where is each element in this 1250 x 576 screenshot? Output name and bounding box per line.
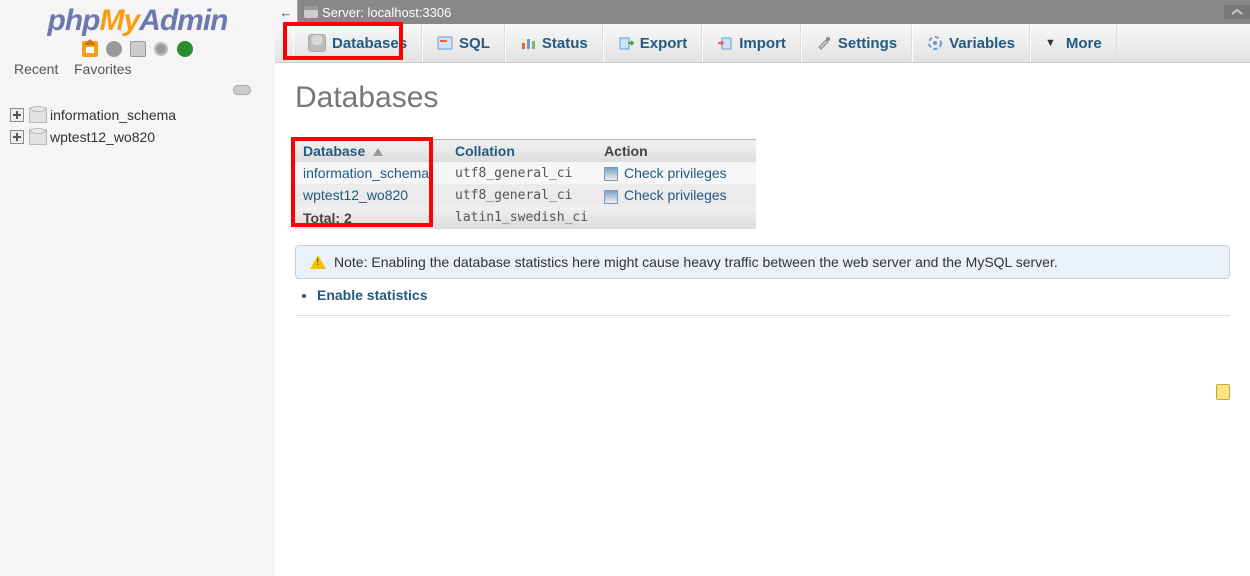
status-icon	[520, 35, 536, 51]
tab-label: Status	[542, 35, 588, 52]
tree-node[interactable]: wptest12_wo820	[10, 126, 275, 148]
db-collation: utf8_general_ci	[447, 162, 596, 184]
breadcrumb: ← Server: localhost:3306	[275, 0, 1250, 24]
collapse-nav-icon[interactable]	[233, 85, 251, 95]
docs-icon[interactable]	[130, 41, 146, 57]
nav-settings-icon[interactable]	[153, 41, 169, 57]
tab-import[interactable]: Import	[702, 24, 801, 62]
divider	[295, 315, 1230, 316]
import-icon	[717, 35, 733, 51]
total-collation: latin1_swedish_ci	[447, 207, 596, 229]
privileges-icon	[604, 190, 618, 204]
tab-status[interactable]: Status	[505, 24, 603, 62]
server-icon	[304, 6, 318, 18]
tab-label: Import	[739, 35, 786, 52]
check-privileges-link[interactable]: Check privileges	[624, 165, 727, 181]
home-icon[interactable]	[82, 41, 98, 57]
db-collation: utf8_general_ci	[447, 184, 596, 206]
enable-statistics-link[interactable]: Enable statistics	[317, 287, 1230, 303]
tab-more[interactable]: ▼ More	[1030, 24, 1117, 62]
table-row: information_schema utf8_general_ci Check…	[295, 162, 756, 184]
tree-node-label: wptest12_wo820	[50, 129, 155, 145]
tree-node[interactable]: information_schema	[10, 104, 275, 126]
tab-settings[interactable]: Settings	[801, 24, 912, 62]
note-box: Note: Enabling the database statistics h…	[295, 245, 1230, 279]
main-tabs: Databases SQL Status Export Import	[275, 24, 1250, 63]
database-icon	[29, 107, 47, 123]
logo[interactable]: phpMyAdmin	[0, 0, 275, 38]
note-text: Note: Enabling the database statistics h…	[334, 254, 1058, 270]
warning-icon	[310, 255, 326, 269]
sidebar: phpMyAdmin Recent Favorites information_…	[0, 0, 275, 576]
sort-asc-icon	[373, 148, 383, 156]
table-total-row: Total: 2 latin1_swedish_ci	[295, 207, 756, 229]
tab-sql[interactable]: SQL	[422, 24, 505, 62]
th-collation[interactable]: Collation	[447, 140, 596, 163]
page-settings-icon[interactable]	[1216, 384, 1230, 400]
page-title: Databases	[295, 81, 1230, 115]
export-icon	[618, 35, 634, 51]
expand-icon[interactable]	[10, 130, 24, 144]
database-icon	[308, 34, 326, 52]
tab-databases[interactable]: Databases	[293, 24, 422, 62]
sidebar-tab-favorites[interactable]: Favorites	[68, 59, 138, 79]
settings-icon	[816, 35, 832, 51]
th-label: Action	[604, 143, 648, 159]
database-tree: information_schema wptest12_wo820	[0, 104, 275, 148]
th-database[interactable]: Database	[295, 140, 447, 163]
tab-export[interactable]: Export	[603, 24, 703, 62]
collapse-topbar-icon[interactable]	[1224, 5, 1250, 19]
tab-label: More	[1066, 35, 1102, 52]
check-privileges-link[interactable]: Check privileges	[624, 187, 727, 203]
back-button[interactable]: ←	[275, 0, 298, 24]
tab-variables[interactable]: Variables	[912, 24, 1030, 62]
total-label: Total: 2	[295, 207, 447, 229]
table-row: wptest12_wo820 utf8_general_ci Check pri…	[295, 184, 756, 206]
database-icon	[29, 129, 47, 145]
logout-icon[interactable]	[106, 41, 122, 57]
db-link[interactable]: wptest12_wo820	[295, 184, 447, 206]
sql-icon	[437, 35, 453, 51]
db-link[interactable]: information_schema	[295, 162, 447, 184]
tab-label: Variables	[949, 35, 1015, 52]
th-action: Action	[596, 140, 756, 163]
databases-table: Database Collation Action information_sc…	[295, 139, 756, 229]
chevron-down-icon: ▼	[1045, 37, 1056, 49]
expand-icon[interactable]	[10, 108, 24, 122]
th-label: Database	[303, 143, 365, 159]
tree-node-label: information_schema	[50, 107, 176, 123]
th-label: Collation	[455, 143, 515, 159]
tab-label: Databases	[332, 35, 407, 52]
variables-icon	[927, 35, 943, 51]
tab-label: SQL	[459, 35, 490, 52]
sidebar-tab-recent[interactable]: Recent	[8, 59, 64, 79]
tab-label: Settings	[838, 35, 897, 52]
main: ← Server: localhost:3306 Databases SQL S…	[275, 0, 1250, 576]
tab-label: Export	[640, 35, 688, 52]
reload-icon[interactable]	[177, 41, 193, 57]
server-label[interactable]: Server: localhost:3306	[322, 5, 451, 20]
privileges-icon	[604, 167, 618, 181]
